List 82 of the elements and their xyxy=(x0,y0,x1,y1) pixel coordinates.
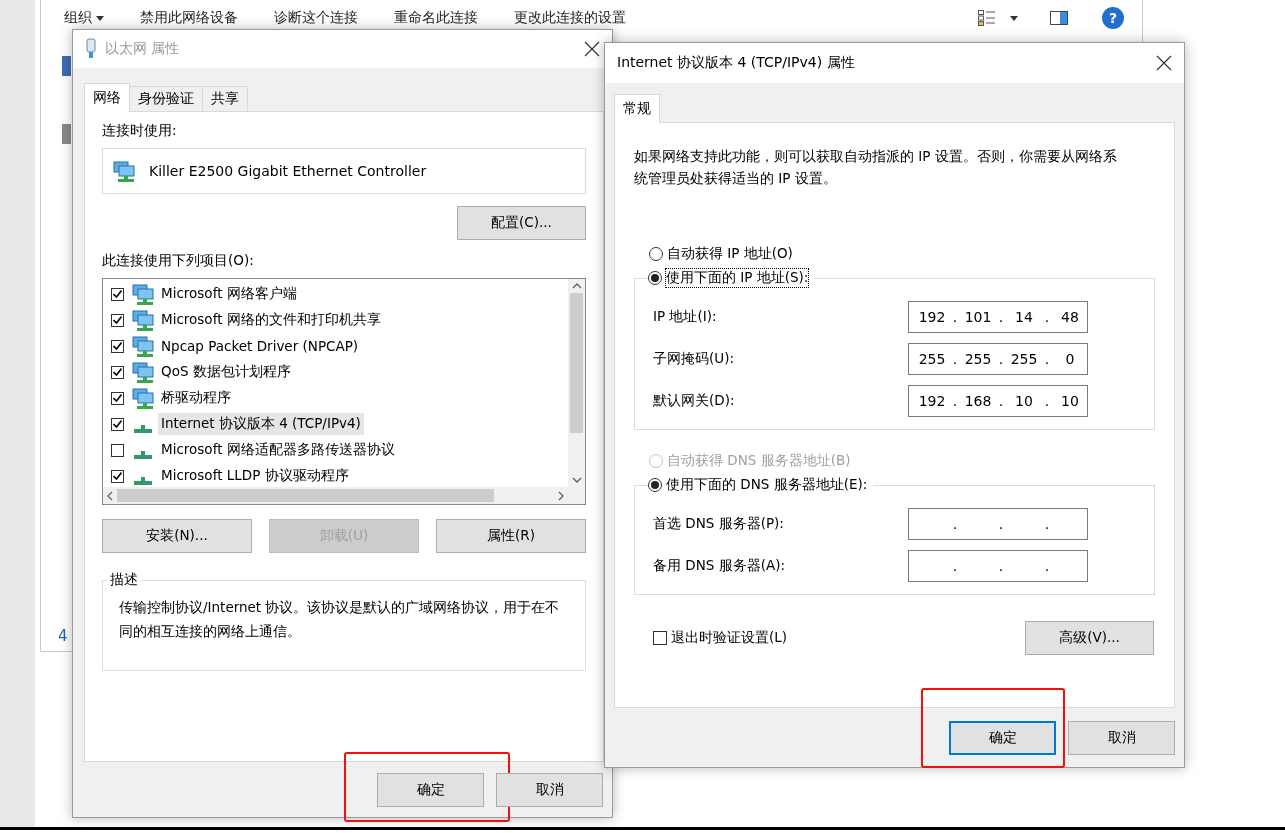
list-item[interactable]: Microsoft 网络适配器多路传送器协议 xyxy=(158,439,398,461)
network-computer-icon xyxy=(132,335,154,357)
tab[interactable]: 共享 xyxy=(202,86,248,111)
checkbox-label[interactable]: 退出时验证设置(L) xyxy=(671,629,788,647)
radio-label[interactable]: 自动获得 IP 地址(O) xyxy=(667,245,793,263)
view-options-icon[interactable] xyxy=(978,10,996,26)
list-item[interactable]: Npcap Packet Driver (NPCAP) xyxy=(158,336,362,356)
list-item[interactable]: Microsoft 网络的文件和打印机共享 xyxy=(158,309,384,331)
description-text: 传输控制协议/Internet 协议。该协议是默认的广域网络协议，用于在不同的相互连接的网络上通信。 xyxy=(119,598,561,641)
network-computer-icon xyxy=(132,361,154,383)
cancel-button[interactable]: 取消 xyxy=(1068,721,1175,755)
network-connector-icon xyxy=(134,477,152,485)
network-connector-icon xyxy=(134,451,152,459)
vertical-scrollbar[interactable] xyxy=(568,279,585,487)
network-adapter-icon xyxy=(62,124,71,144)
ip-address-field[interactable]: 192 . 101 . 14 . 48 xyxy=(908,301,1088,333)
caret-icon[interactable] xyxy=(1010,15,1018,21)
toolbar-button[interactable]: 诊断这个连接 xyxy=(274,9,358,27)
section-label: 连接时使用: xyxy=(102,122,178,140)
list-item[interactable]: Internet 协议版本 4 (TCP/IPv4) xyxy=(158,413,364,435)
intro-text: 如果网络支持此功能，则可以获取自动指派的 IP 设置。否则，你需要从网络系统管理员处获得适当的 IP 设置。 xyxy=(634,147,1118,188)
tab[interactable]: 常规 xyxy=(614,94,660,123)
field-label: 默认网关(D): xyxy=(653,392,736,410)
ok-button[interactable]: 确定 xyxy=(377,773,484,807)
field-label: IP 地址(I): xyxy=(653,308,718,326)
checkbox[interactable] xyxy=(111,417,124,431)
network-computer-icon xyxy=(113,160,135,182)
link-text: 4 xyxy=(58,627,68,645)
close-icon[interactable] xyxy=(584,41,600,57)
help-button[interactable]: ? xyxy=(1102,7,1124,29)
checkbox[interactable] xyxy=(111,313,124,327)
close-icon[interactable] xyxy=(1156,55,1172,71)
checkbox[interactable] xyxy=(111,391,124,405)
toolbar-button[interactable]: 更改此连接的设置 xyxy=(514,9,626,27)
properties-button[interactable]: 属性(R) xyxy=(436,519,586,553)
configure-button[interactable]: 配置(C)... xyxy=(457,206,586,240)
caret-icon xyxy=(96,15,104,21)
radio-button[interactable] xyxy=(648,271,662,285)
organize-menu[interactable]: 组织 xyxy=(64,9,104,27)
network-computer-icon xyxy=(132,283,154,305)
scroll-right-icon[interactable] xyxy=(558,490,564,501)
adapter-name: Killer E2500 Gigabit Ethernet Controller xyxy=(149,163,427,179)
section-label: 此连接使用下列项目(O): xyxy=(102,252,255,270)
network-computer-icon xyxy=(132,309,154,331)
ip-address-field[interactable]: 255 . 255 . 255 . 0 xyxy=(908,343,1088,375)
list-item[interactable]: 桥驱动程序 xyxy=(158,387,234,409)
ip-address-field[interactable]: . . . xyxy=(908,550,1088,582)
checkbox[interactable] xyxy=(111,469,124,483)
group-title: 描述 xyxy=(109,571,139,589)
window-title: 以太网 属性 xyxy=(105,40,180,58)
horizontal-scrollbar[interactable] xyxy=(103,487,568,504)
radio-button[interactable] xyxy=(649,247,663,261)
list-item[interactable]: Microsoft LLDP 协议驱动程序 xyxy=(158,465,352,487)
checkbox[interactable] xyxy=(111,365,124,379)
scroll-up-icon[interactable] xyxy=(571,283,582,289)
list-item[interactable]: Microsoft 网络客户端 xyxy=(158,283,300,305)
ip-address-field[interactable]: 192 . 168 . 10 . 10 xyxy=(908,385,1088,417)
toolbar-button[interactable]: 禁用此网络设备 xyxy=(140,9,238,27)
network-adapter-icon xyxy=(62,56,71,76)
checkbox[interactable] xyxy=(111,287,124,301)
field-label: 首选 DNS 服务器(P): xyxy=(653,515,785,533)
field-label: 备用 DNS 服务器(A): xyxy=(653,557,786,575)
scroll-left-icon[interactable] xyxy=(107,490,113,501)
checkbox[interactable] xyxy=(111,443,124,457)
checkbox[interactable] xyxy=(653,631,667,645)
list-item[interactable]: QoS 数据包计划程序 xyxy=(158,361,294,383)
toolbar-button[interactable]: 重命名此连接 xyxy=(394,9,478,27)
radio-button[interactable] xyxy=(648,478,662,492)
network-computer-icon xyxy=(132,387,154,409)
field-label: 子网掩码(U): xyxy=(653,350,735,368)
scroll-down-icon[interactable] xyxy=(571,477,582,483)
install-button[interactable]: 安装(N)... xyxy=(102,519,252,553)
tab[interactable]: 网络 xyxy=(84,83,130,112)
checkbox[interactable] xyxy=(111,339,124,353)
window-title: Internet 协议版本 4 (TCP/IPv4) 属性 xyxy=(617,54,855,72)
network-connector-icon xyxy=(134,425,152,433)
network-plug-icon xyxy=(85,38,97,60)
cancel-button[interactable]: 取消 xyxy=(496,773,603,807)
preview-pane-icon[interactable] xyxy=(1050,11,1068,25)
advanced-button[interactable]: 高级(V)... xyxy=(1025,621,1154,655)
ok-button[interactable]: 确定 xyxy=(949,721,1056,755)
ip-address-field[interactable]: . . . xyxy=(908,508,1088,540)
